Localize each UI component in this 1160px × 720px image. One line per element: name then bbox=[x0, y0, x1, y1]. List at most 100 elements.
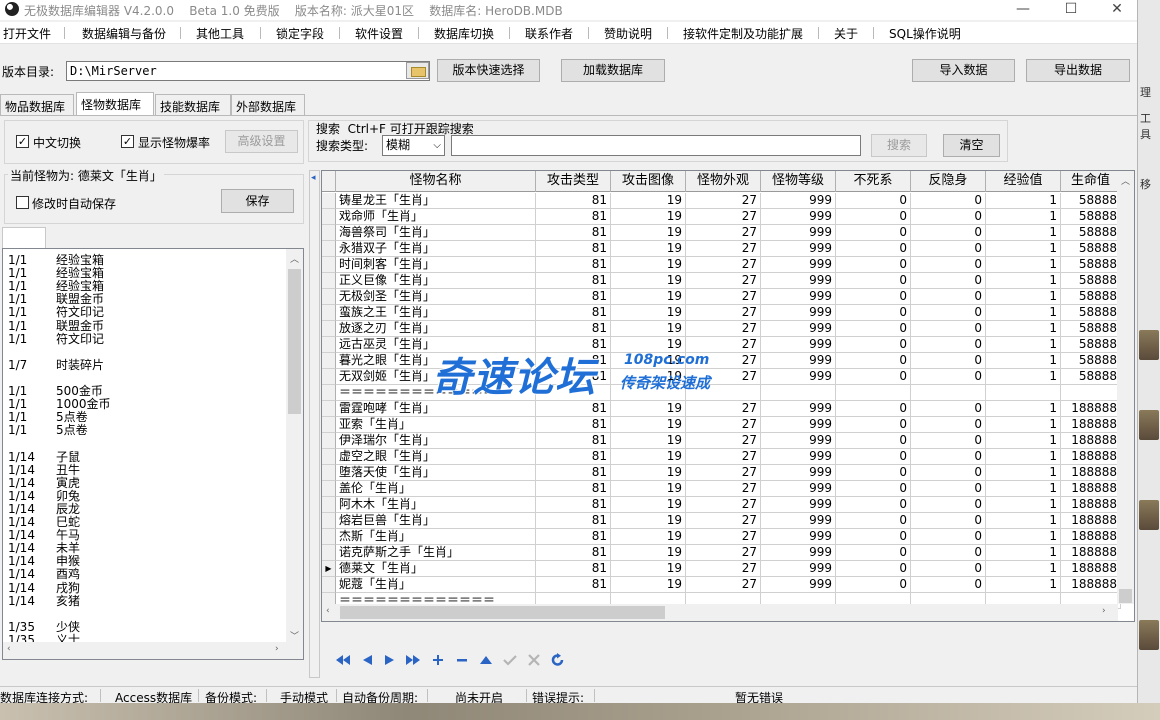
table-cell[interactable]: 27 bbox=[686, 193, 761, 209]
table-cell[interactable]: 27 bbox=[686, 401, 761, 417]
table-cell[interactable]: 81 bbox=[536, 577, 611, 593]
table-cell[interactable]: 999 bbox=[761, 241, 836, 257]
table-cell[interactable] bbox=[686, 385, 761, 401]
table-cell[interactable]: 0 bbox=[911, 561, 986, 577]
table-cell[interactable]: 1 bbox=[986, 321, 1061, 337]
table-cell[interactable]: 伊泽瑞尔「生肖」 bbox=[336, 433, 536, 449]
table-cell[interactable]: 81 bbox=[536, 273, 611, 289]
search-input[interactable] bbox=[451, 135, 861, 156]
row-indicator[interactable] bbox=[322, 369, 336, 385]
import-button[interactable]: 导入数据 bbox=[912, 59, 1015, 82]
table-cell[interactable]: 188888 bbox=[1061, 545, 1121, 561]
row-indicator[interactable] bbox=[322, 529, 336, 545]
menu-data-edit-backup[interactable]: 数据编辑与备份 bbox=[82, 25, 166, 42]
row-indicator[interactable] bbox=[322, 209, 336, 225]
table-cell[interactable]: 81 bbox=[536, 193, 611, 209]
table-cell[interactable]: 58888 bbox=[1061, 305, 1121, 321]
table-cell[interactable]: 0 bbox=[836, 465, 911, 481]
table-cell[interactable]: 无双剑姬「生肖」 bbox=[336, 369, 536, 385]
table-cell[interactable]: 81 bbox=[536, 353, 611, 369]
table-cell[interactable]: 0 bbox=[911, 353, 986, 369]
table-cell[interactable]: 27 bbox=[686, 497, 761, 513]
table-cell[interactable]: 19 bbox=[611, 449, 686, 465]
table-row[interactable]: 时间刺客「生肖」 81 19 27 999 0 0 1 58888 bbox=[322, 257, 1121, 273]
table-row[interactable]: 无极剑圣「生肖」 81 19 27 999 0 0 1 58888 bbox=[322, 289, 1121, 305]
table-cell[interactable]: 81 bbox=[536, 305, 611, 321]
quick-select-button[interactable]: 版本快速选择 bbox=[437, 59, 540, 82]
column-header[interactable]: 经验值 bbox=[986, 171, 1061, 192]
column-header[interactable]: 怪物名称 bbox=[336, 171, 536, 192]
table-cell[interactable]: 放逐之刃「生肖」 bbox=[336, 321, 536, 337]
table-cell[interactable]: ＝＝＝＝＝＝＝＝＝＝＝＝＝ bbox=[336, 385, 536, 401]
table-cell[interactable]: 188888 bbox=[1061, 433, 1121, 449]
table-cell[interactable]: 1 bbox=[986, 241, 1061, 257]
table-cell[interactable]: 999 bbox=[761, 401, 836, 417]
table-cell[interactable]: 19 bbox=[611, 529, 686, 545]
drop-list-hscroll[interactable]: ‹ › bbox=[3, 642, 303, 659]
table-cell[interactable]: 27 bbox=[686, 273, 761, 289]
table-cell[interactable]: 1 bbox=[986, 545, 1061, 561]
row-indicator[interactable] bbox=[322, 401, 336, 417]
column-header[interactable]: 怪物外观 bbox=[686, 171, 761, 192]
table-cell[interactable]: 0 bbox=[911, 417, 986, 433]
next-record-icon[interactable] bbox=[379, 645, 401, 675]
table-cell[interactable]: 0 bbox=[836, 241, 911, 257]
table-cell[interactable]: 999 bbox=[761, 529, 836, 545]
table-row[interactable]: 正义巨像「生肖」 81 19 27 999 0 0 1 58888 bbox=[322, 273, 1121, 289]
table-cell[interactable]: 58888 bbox=[1061, 241, 1121, 257]
table-cell[interactable]: 0 bbox=[836, 273, 911, 289]
table-cell[interactable]: 0 bbox=[911, 273, 986, 289]
table-cell[interactable]: 0 bbox=[911, 289, 986, 305]
first-record-icon[interactable] bbox=[332, 645, 354, 675]
table-cell[interactable]: 19 bbox=[611, 545, 686, 561]
table-cell[interactable]: 999 bbox=[761, 337, 836, 353]
table-cell[interactable]: 0 bbox=[911, 481, 986, 497]
table-cell[interactable]: 58888 bbox=[1061, 209, 1121, 225]
table-cell[interactable]: 81 bbox=[536, 497, 611, 513]
table-cell[interactable]: 999 bbox=[761, 209, 836, 225]
menu-about[interactable]: 关于 bbox=[834, 25, 858, 42]
table-cell[interactable]: 58888 bbox=[1061, 289, 1121, 305]
table-cell[interactable]: 0 bbox=[836, 529, 911, 545]
scroll-thumb[interactable] bbox=[1119, 589, 1132, 603]
table-cell[interactable]: 0 bbox=[911, 305, 986, 321]
table-cell[interactable]: 81 bbox=[536, 449, 611, 465]
table-cell[interactable]: 铸星龙王「生肖」 bbox=[336, 193, 536, 209]
row-indicator[interactable] bbox=[322, 289, 336, 305]
table-cell[interactable]: 19 bbox=[611, 273, 686, 289]
table-cell[interactable]: 0 bbox=[911, 193, 986, 209]
table-row[interactable]: 诺克萨斯之手「生肖」 81 19 27 999 0 0 1 188888 bbox=[322, 545, 1121, 561]
table-cell[interactable]: 58888 bbox=[1061, 337, 1121, 353]
table-cell[interactable]: 1 bbox=[986, 353, 1061, 369]
show-drops-checkbox[interactable]: ✓ bbox=[121, 135, 134, 148]
table-cell[interactable]: 58888 bbox=[1061, 321, 1121, 337]
row-indicator[interactable]: ▶ bbox=[322, 561, 336, 577]
table-cell[interactable]: 27 bbox=[686, 257, 761, 273]
table-cell[interactable]: 0 bbox=[911, 433, 986, 449]
menu-lock-fields[interactable]: 锁定字段 bbox=[276, 25, 324, 42]
table-cell[interactable]: 0 bbox=[911, 257, 986, 273]
table-cell[interactable]: 虚空之眼「生肖」 bbox=[336, 449, 536, 465]
table-cell[interactable]: 81 bbox=[536, 465, 611, 481]
table-cell[interactable] bbox=[836, 385, 911, 401]
table-cell[interactable]: 海兽祭司「生肖」 bbox=[336, 225, 536, 241]
table-cell[interactable]: 27 bbox=[686, 529, 761, 545]
tab-external-db[interactable]: 外部数据库 bbox=[231, 94, 305, 115]
table-cell[interactable]: 1 bbox=[986, 529, 1061, 545]
column-header[interactable]: 不死系 bbox=[836, 171, 911, 192]
table-cell[interactable]: 19 bbox=[611, 369, 686, 385]
table-cell[interactable]: 1 bbox=[986, 513, 1061, 529]
table-cell[interactable]: 19 bbox=[611, 225, 686, 241]
table-cell[interactable]: 1 bbox=[986, 433, 1061, 449]
table-cell[interactable]: 戏命师「生肖」 bbox=[336, 209, 536, 225]
scroll-up-icon[interactable]: ︿ bbox=[1121, 174, 1130, 187]
table-cell[interactable]: 999 bbox=[761, 561, 836, 577]
column-header[interactable]: 反隐身 bbox=[911, 171, 986, 192]
table-cell[interactable]: 188888 bbox=[1061, 513, 1121, 529]
table-cell[interactable]: 0 bbox=[911, 401, 986, 417]
column-header[interactable]: 怪物等级 bbox=[761, 171, 836, 192]
table-cell[interactable]: 188888 bbox=[1061, 577, 1121, 593]
table-cell[interactable]: 1 bbox=[986, 209, 1061, 225]
table-cell[interactable]: 19 bbox=[611, 433, 686, 449]
table-cell[interactable]: 188888 bbox=[1061, 465, 1121, 481]
